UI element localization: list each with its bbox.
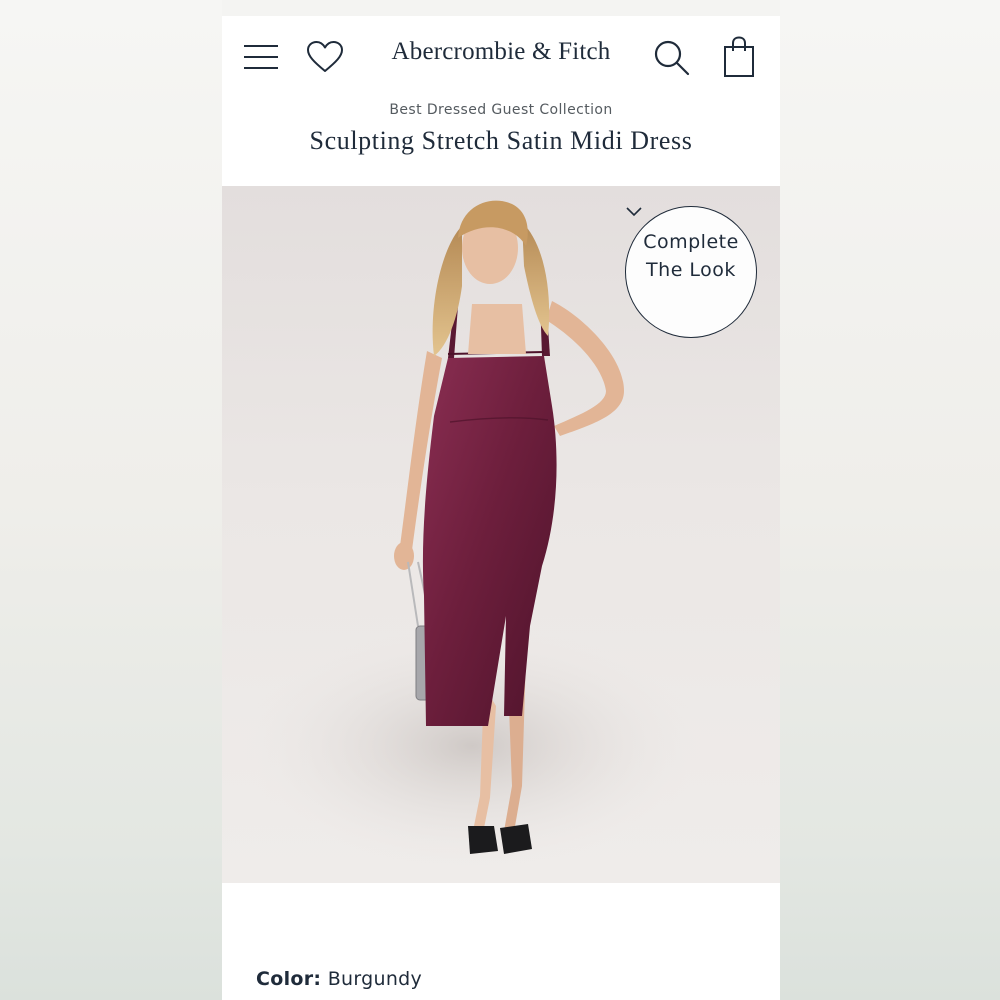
top-navigation-bar: Abercrombie & Fitch: [222, 16, 780, 100]
brand-logo[interactable]: Abercrombie & Fitch: [222, 38, 780, 66]
complete-the-look-button[interactable]: Complete The Look: [625, 206, 757, 338]
search-icon[interactable]: [652, 38, 692, 78]
color-selection-row: Color: Burgundy: [256, 968, 422, 990]
product-title: Sculpting Stretch Satin Midi Dress: [309, 126, 693, 155]
color-value: Burgundy: [327, 968, 423, 990]
background-right: [780, 0, 1000, 1000]
complete-the-look-label-line1: Complete: [643, 231, 739, 253]
background-left: [0, 0, 222, 1000]
product-image[interactable]: Complete The Look: [222, 186, 780, 883]
product-page: Abercrombie & Fitch Best Dressed Guest C…: [222, 16, 780, 1000]
complete-the-look-label-line2: The Look: [646, 259, 736, 281]
color-label: Color:: [256, 968, 322, 990]
collection-label: Best Dressed Guest Collection: [389, 102, 613, 118]
chevron-down-icon: [626, 207, 642, 217]
shopping-bag-icon[interactable]: [719, 36, 759, 78]
